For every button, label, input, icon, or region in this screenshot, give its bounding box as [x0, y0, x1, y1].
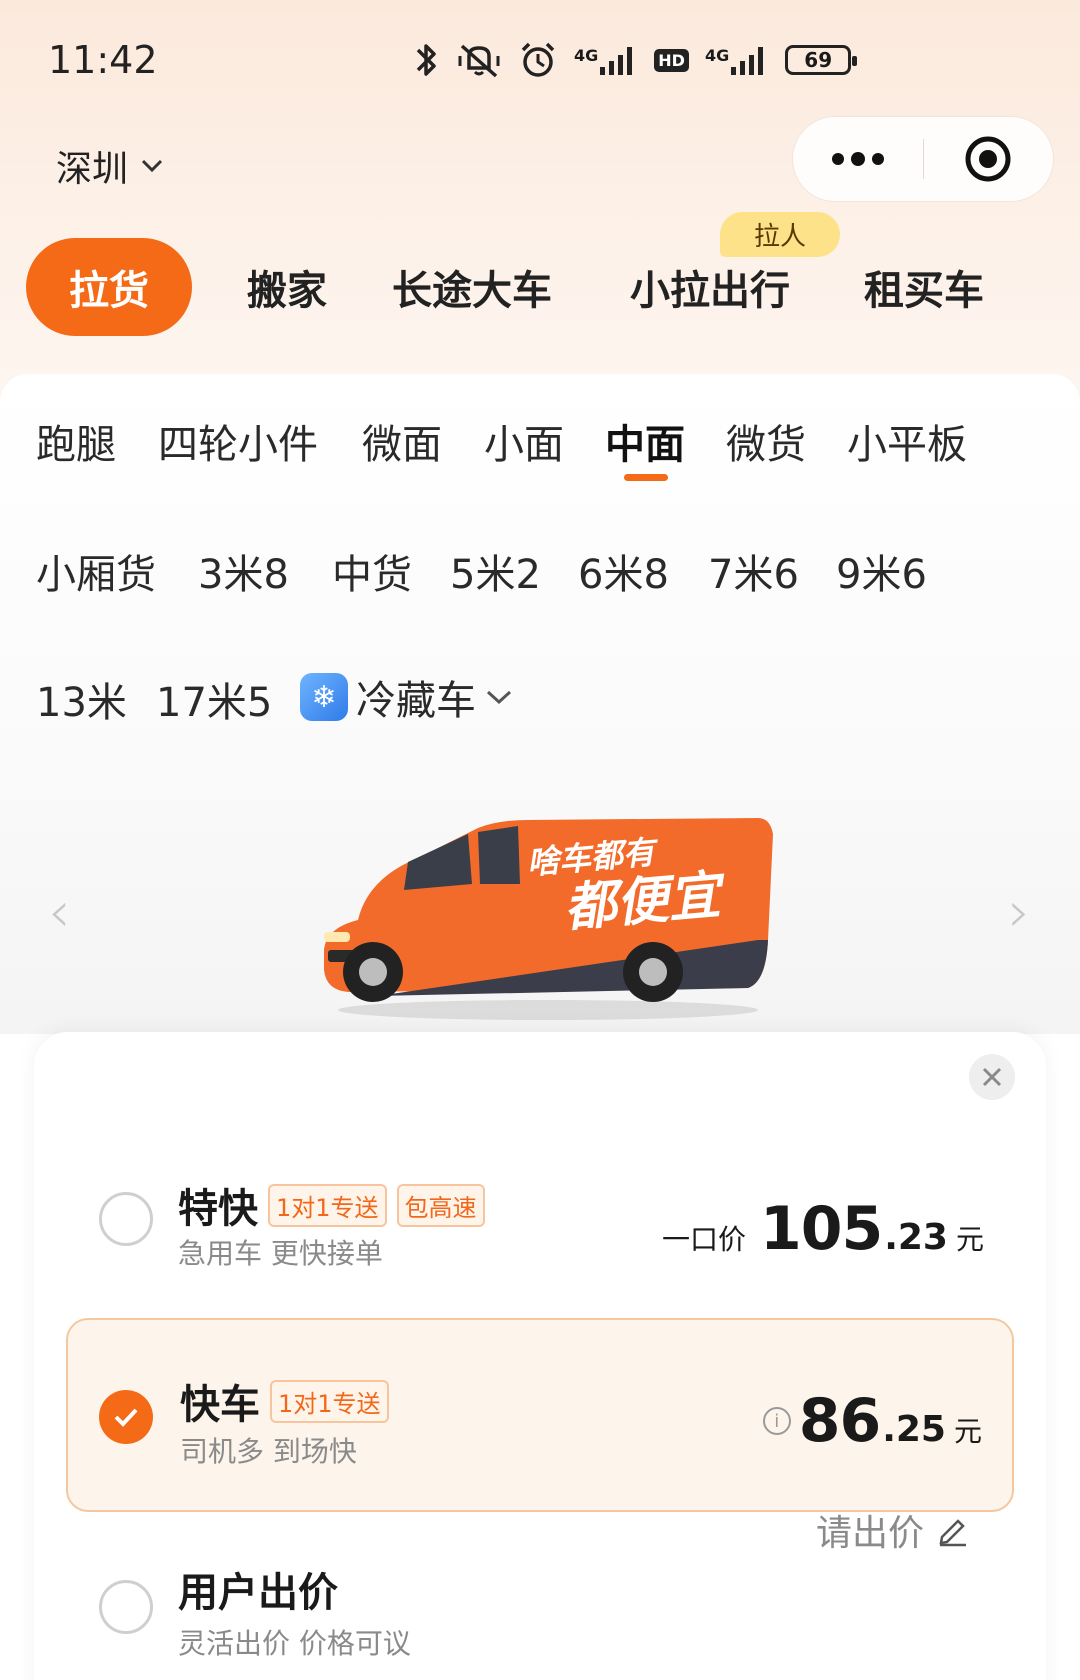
bid-button[interactable]: 请出价 [816, 1504, 970, 1556]
tab-banjia[interactable]: 搬家 [220, 238, 354, 336]
option-user-bid[interactable]: 用户出价 灵活出价 价格可议 [66, 1536, 1014, 1680]
selected-underline [624, 474, 668, 481]
pencil-icon [939, 1519, 966, 1547]
hd-badge: HD [654, 48, 689, 72]
van-illustration: 啥车都有 都便宜 [324, 818, 773, 1020]
status-bar: 11:42 4G HD 4G 69 [0, 0, 1080, 130]
price-prefix: 一口价 [661, 1223, 746, 1256]
option-express[interactable]: 特快 1对1专送 包高速 急用车 更快接单 一口价 105 .23 元 [66, 1140, 1014, 1280]
mute-vibrate-icon [458, 44, 500, 78]
price-integer: 86 [798, 1386, 881, 1456]
snowflake-icon: ❄ [300, 673, 348, 721]
chevron-down-icon [486, 690, 512, 705]
option-subtitle: 灵活出价 价格可议 [178, 1627, 411, 1660]
status-time: 11:42 [48, 38, 158, 82]
more-button[interactable] [793, 117, 923, 201]
vehicle-type-item[interactable]: 小平板 [847, 412, 967, 470]
price-decimal: .23 [884, 1217, 948, 1258]
price-unit: 元 [955, 1223, 984, 1256]
close-icon [982, 1067, 1002, 1087]
vehicle-type-item[interactable]: 7米6 [708, 542, 799, 600]
prev-vehicle-arrow[interactable]: ‹ [48, 880, 70, 945]
battery-icon: 69 [785, 45, 858, 75]
bluetooth-icon [416, 44, 436, 76]
tag-toll: 包高速 [396, 1183, 485, 1227]
price-display: i 86 .25 元 [762, 1386, 982, 1456]
vehicle-type-item[interactable]: 5米2 [450, 542, 541, 600]
city-selector[interactable]: 深圳 [56, 140, 164, 192]
service-tabs: 拉货 搬家 长途大车 小拉出行 租买车 [26, 238, 1066, 338]
option-title: 特快 [178, 1186, 258, 1232]
radio-unselected[interactable] [99, 1192, 153, 1246]
tab-zumai[interactable]: 租买车 [856, 238, 992, 336]
signal-icon [600, 47, 633, 75]
tag-1v1: 1对1专送 [270, 1379, 389, 1423]
vehicle-type-item[interactable]: 中货 [332, 542, 412, 600]
tab-changtu[interactable]: 长途大车 [382, 238, 562, 336]
vehicle-type-item[interactable]: 13米 [36, 670, 127, 728]
alarm-icon [521, 42, 555, 77]
price-unit: 元 [953, 1415, 982, 1448]
tab-lahuo[interactable]: 拉货 [26, 238, 192, 336]
next-vehicle-arrow[interactable]: › [1008, 880, 1030, 945]
network-type-2: 4G [704, 46, 730, 65]
network-type-1: 4G [574, 46, 599, 65]
more-dots-icon [831, 152, 884, 166]
check-icon [114, 1408, 138, 1427]
vehicle-type-item[interactable]: 微面 [362, 412, 442, 470]
info-icon[interactable]: i [762, 1407, 791, 1435]
price-integer: 105 [759, 1194, 883, 1264]
vehicle-type-item[interactable]: 小面 [484, 412, 564, 470]
vehicle-type-item[interactable]: 微货 [726, 412, 806, 470]
target-close-icon [965, 136, 1011, 182]
vehicle-type-item[interactable]: 3米8 [198, 542, 289, 600]
vehicle-type-item[interactable]: 四轮小件 [158, 412, 318, 470]
radio-unselected[interactable] [99, 1580, 153, 1634]
cold-storage-dropdown[interactable]: ❄ 冷藏车 [300, 668, 514, 726]
chevron-down-icon [141, 159, 163, 173]
city-label: 深圳 [56, 149, 129, 190]
miniprogram-capsule [792, 116, 1054, 202]
status-icons: 4G HD 4G 69 [412, 40, 858, 80]
option-subtitle: 司机多 到场快 [180, 1435, 357, 1468]
signal-icon [731, 47, 764, 75]
option-title: 用户出价 [178, 1570, 338, 1616]
option-title: 快车 [180, 1382, 260, 1428]
tag-1v1: 1对1专送 [268, 1183, 387, 1227]
close-card-button[interactable] [969, 1054, 1015, 1100]
close-miniprogram-button[interactable] [924, 117, 1054, 201]
vehicle-type-item[interactable]: 小厢货 [36, 542, 156, 600]
option-subtitle: 急用车 更快接单 [178, 1237, 383, 1270]
vehicle-type-item[interactable]: 跑腿 [36, 412, 116, 470]
price-display: 一口价 105 .23 元 [662, 1194, 984, 1264]
radio-selected[interactable] [99, 1390, 153, 1444]
tab-badge: 拉人 [720, 212, 841, 257]
price-decimal: .25 [882, 1409, 946, 1450]
battery-level: 69 [804, 48, 833, 72]
vehicle-type-item[interactable]: 9米6 [836, 542, 927, 600]
vehicle-type-item-selected[interactable]: 中面 [605, 412, 685, 470]
vehicle-type-item[interactable]: 6米8 [578, 542, 669, 600]
bid-label: 请出价 [815, 1513, 924, 1554]
vehicle-type-item[interactable]: 17米5 [156, 670, 272, 728]
option-fast-car[interactable]: 快车 1对1专送 司机多 到场快 i 86 .25 元 [66, 1318, 1014, 1512]
